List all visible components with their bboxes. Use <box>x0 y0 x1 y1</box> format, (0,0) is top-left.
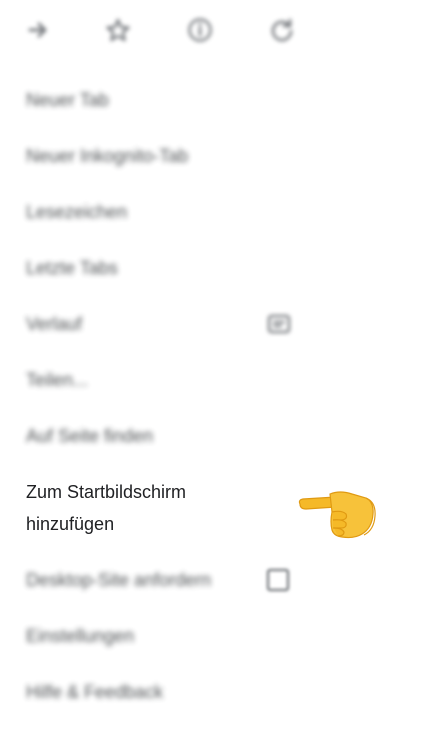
star-icon[interactable] <box>104 16 132 44</box>
menu-item-request-desktop-site[interactable]: Desktop-Site anfordern <box>26 568 356 592</box>
menu-item-label: Neuer Tab <box>26 90 109 110</box>
info-icon[interactable] <box>186 16 214 44</box>
menu-item-bookmarks[interactable]: Lesezeichen <box>26 200 356 224</box>
menu-item-history[interactable]: Verlauf <box>26 312 356 336</box>
pointing-hand-icon <box>296 486 376 542</box>
menu-item-find-in-page[interactable]: Auf Seite finden <box>26 424 356 448</box>
desktop-site-checkbox[interactable] <box>267 569 289 591</box>
reload-icon[interactable] <box>268 16 296 44</box>
menu-item-new-tab[interactable]: Neuer Tab <box>26 88 356 112</box>
menu-item-label: Neuer Inkognito-Tab <box>26 146 189 166</box>
menu-item-label: Verlauf <box>26 314 83 334</box>
menu-item-share[interactable]: Teilen... <box>26 368 356 392</box>
menu-item-label: Hilfe & Feedback <box>26 682 164 702</box>
browser-overflow-menu: Neuer Tab Neuer Inkognito-Tab Lesezeiche… <box>0 0 423 733</box>
menu-item-settings[interactable]: Einstellungen <box>26 624 356 648</box>
menu-item-new-incognito-tab[interactable]: Neuer Inkognito-Tab <box>26 144 356 168</box>
menu-item-help-feedback[interactable]: Hilfe & Feedback <box>26 680 356 704</box>
history-icon <box>266 311 292 337</box>
menu-item-label: Einstellungen <box>26 626 135 646</box>
forward-arrow-icon[interactable] <box>24 16 52 44</box>
menu-item-label: Lesezeichen <box>26 202 128 222</box>
menu-item-recent-tabs[interactable]: Letzte Tabs <box>26 256 356 280</box>
menu-item-label: Desktop-Site anfordern <box>26 570 212 590</box>
menu-item-label: Teilen... <box>26 370 89 390</box>
menu-item-label: Auf Seite finden <box>26 426 154 446</box>
menu-item-label: Letzte Tabs <box>26 258 118 278</box>
menu-toolbar <box>0 0 423 64</box>
